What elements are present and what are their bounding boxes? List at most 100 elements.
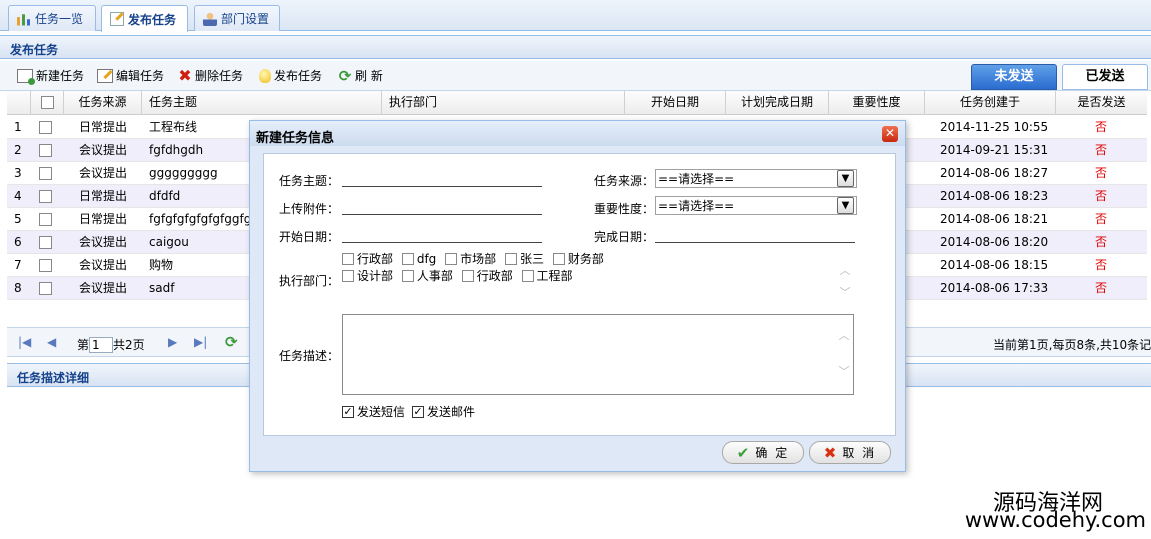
next-page-icon[interactable]: ▶ <box>168 335 177 349</box>
desc-scroll-up-icon[interactable]: ︿ <box>836 327 852 343</box>
attachment-label: 上传附件： <box>279 202 340 216</box>
dialog-form: 任务主题： 任务来源： ==请选择== ▼ 上传附件： 重要性度： ==请选择==… <box>263 153 896 436</box>
dept-scroll-up-icon[interactable]: ︿ <box>837 262 853 278</box>
edit-icon <box>97 68 113 83</box>
prev-page-icon[interactable]: ◀ <box>47 335 56 349</box>
header-sent[interactable]: 是否发送 <box>1056 91 1147 115</box>
department-list-row1: 行政部 dfg 市场部 张三 财务部 <box>342 250 837 268</box>
close-icon[interactable]: ✕ <box>882 126 898 142</box>
edit-document-icon <box>110 12 124 26</box>
row-created: 2014-08-06 18:23 <box>940 189 1049 203</box>
topic-input[interactable] <box>342 172 542 187</box>
header-importance[interactable]: 重要性度 <box>829 91 925 115</box>
row-created: 2014-11-25 10:55 <box>940 120 1049 134</box>
dept-checkbox[interactable]: 行政部 <box>461 267 513 284</box>
dept-checkbox[interactable]: 张三 <box>504 250 544 267</box>
row-sent: 否 <box>1095 212 1108 226</box>
first-page-icon[interactable]: |◀ <box>18 335 31 349</box>
ok-button[interactable]: ✔ 确 定 <box>722 441 804 464</box>
header-topic[interactable]: 任务主题 <box>142 91 382 115</box>
dept-checkbox[interactable]: 设计部 <box>342 267 393 284</box>
row-source: 日常提出 <box>79 212 128 226</box>
header-department[interactable]: 执行部门 <box>382 91 625 115</box>
last-page-icon[interactable]: ▶| <box>194 335 207 349</box>
dept-checkbox[interactable]: dfg <box>401 252 436 266</box>
cancel-button[interactable]: ✖ 取 消 <box>809 441 891 464</box>
attachment-input[interactable] <box>342 200 542 215</box>
row-checkbox[interactable] <box>39 282 52 295</box>
page-number-input[interactable]: 1 <box>89 336 114 353</box>
dialog-title: 新建任务信息 <box>250 121 905 146</box>
finish-date-input[interactable] <box>655 228 855 243</box>
row-checkbox[interactable] <box>39 121 52 134</box>
start-date-label: 开始日期： <box>279 230 340 244</box>
dept-checkbox[interactable]: 市场部 <box>445 250 496 267</box>
new-task-dialog: 新建任务信息 ✕ 任务主题： 任务来源： ==请选择== ▼ 上传附件： 重要性度… <box>249 120 906 472</box>
row-number: 4 <box>14 189 22 203</box>
row-created: 2014-08-06 17:33 <box>940 281 1049 295</box>
description-label: 任务描述： <box>279 349 340 363</box>
row-checkbox[interactable] <box>39 167 52 180</box>
delete-task-button[interactable]: ✖ 删除任务 <box>178 67 243 84</box>
desc-scroll-down-icon[interactable]: ﹀ <box>836 363 852 379</box>
tab-department-settings[interactable]: 部门设置 <box>194 5 280 31</box>
start-date-input[interactable] <box>342 228 542 243</box>
check-icon: ✔ <box>736 443 752 462</box>
importance-select[interactable]: ==请选择== ▼ <box>655 196 857 215</box>
description-textarea[interactable]: ︿ ﹀ <box>342 314 854 395</box>
header-planned-finish[interactable]: 计划完成日期 <box>726 91 829 115</box>
lightbulb-icon <box>259 68 271 83</box>
refresh-button[interactable]: ⟳ 刷 新 <box>338 67 383 84</box>
bar-chart-icon <box>17 14 31 26</box>
header-select-all[interactable] <box>31 91 64 115</box>
source-select[interactable]: ==请选择== ▼ <box>655 169 857 188</box>
source-label: 任务来源： <box>594 174 655 188</box>
row-topic: 工程布线 <box>149 120 198 134</box>
dept-checkbox[interactable]: 人事部 <box>401 267 453 284</box>
dept-scroll-down-icon[interactable]: ﹀ <box>837 284 853 300</box>
header-start-date[interactable]: 开始日期 <box>625 91 726 115</box>
grid-header: 任务来源 任务主题 执行部门 开始日期 计划完成日期 重要性度 任务创建于 是否… <box>7 91 1147 115</box>
send-sms-option[interactable]: ✓ 发送短信 ✓ 发送邮件 <box>342 403 475 420</box>
header-created[interactable]: 任务创建于 <box>925 91 1056 115</box>
watermark-line2: www.codehy.com <box>964 508 1146 532</box>
header-source[interactable]: 任务来源 <box>64 91 142 115</box>
row-checkbox[interactable] <box>39 213 52 226</box>
pager-refresh-icon[interactable]: ⟳ <box>225 333 238 351</box>
row-created: 2014-08-06 18:20 <box>940 235 1049 249</box>
row-checkbox[interactable] <box>39 259 52 272</box>
row-sent: 否 <box>1095 189 1108 203</box>
row-sent: 否 <box>1095 143 1108 157</box>
importance-label: 重要性度： <box>594 202 655 216</box>
department-label: 执行部门： <box>279 274 340 288</box>
row-checkbox[interactable] <box>39 236 52 249</box>
select-all-checkbox[interactable] <box>40 96 54 109</box>
row-sent: 否 <box>1095 258 1108 272</box>
row-topic: caigou <box>149 235 189 249</box>
row-source: 会议提出 <box>79 143 128 157</box>
user-icon <box>203 11 217 26</box>
row-checkbox[interactable] <box>39 144 52 157</box>
row-number: 3 <box>14 166 22 180</box>
edit-task-button[interactable]: 编辑任务 <box>97 67 164 84</box>
finish-date-label: 完成日期： <box>594 230 655 244</box>
dept-checkbox[interactable]: 工程部 <box>521 267 573 284</box>
publish-task-button[interactable]: 发布任务 <box>259 67 322 84</box>
unsent-tab[interactable]: 未发送 <box>971 64 1057 90</box>
row-topic: ggggggggg <box>149 166 218 180</box>
sms-checkbox[interactable]: ✓ <box>342 405 354 418</box>
dept-checkbox[interactable]: 财务部 <box>552 250 604 267</box>
tab-publish-task[interactable]: 发布任务 <box>101 5 188 32</box>
department-list-row2: 设计部 人事部 行政部 工程部 <box>342 267 837 285</box>
new-task-button[interactable]: 新建任务 <box>17 67 84 85</box>
row-sent: 否 <box>1095 281 1108 295</box>
row-number: 6 <box>14 235 22 249</box>
row-checkbox[interactable] <box>39 190 52 203</box>
sent-tab[interactable]: 已发送 <box>1062 64 1148 90</box>
delete-x-icon: ✖ <box>178 65 192 85</box>
page-indicator: 第 1 共2页 <box>77 336 145 353</box>
row-created: 2014-09-21 15:31 <box>940 143 1049 157</box>
tab-task-overview[interactable]: 任务一览 <box>8 5 96 31</box>
mail-checkbox[interactable]: ✓ <box>412 405 425 418</box>
dept-checkbox[interactable]: 行政部 <box>342 250 393 267</box>
